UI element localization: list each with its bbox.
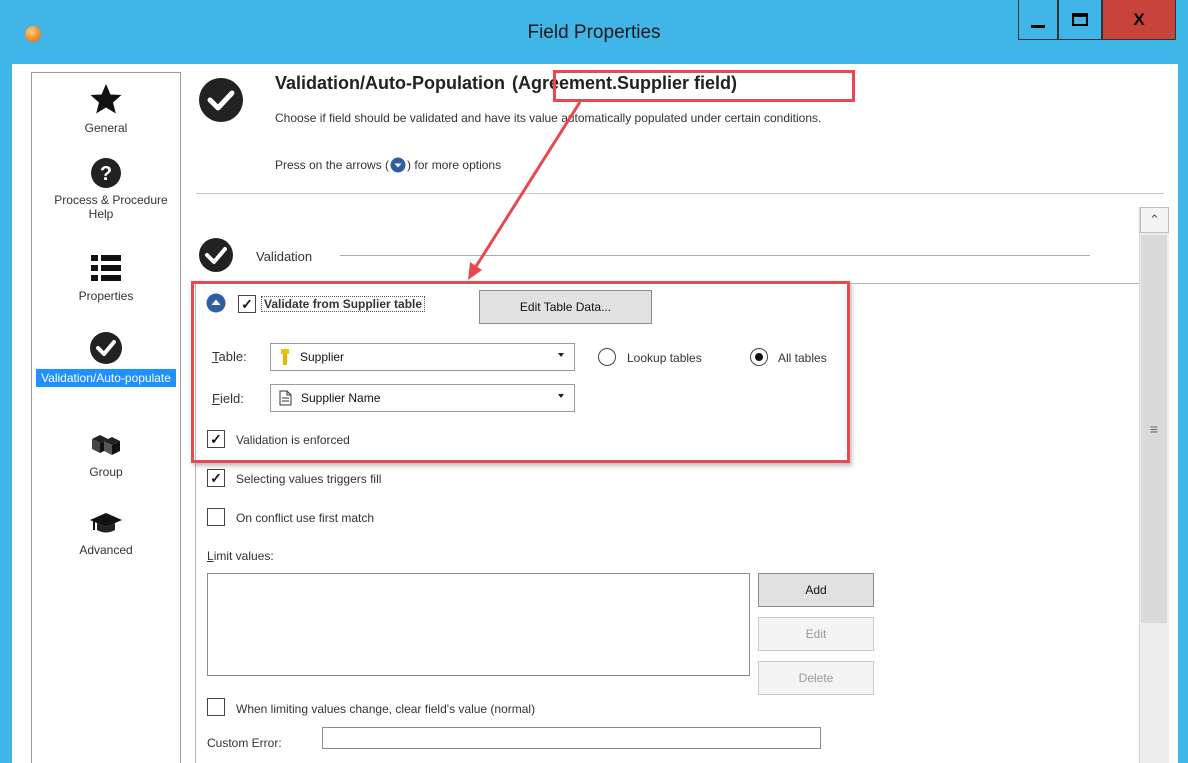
delete-button[interactable]: Delete xyxy=(758,661,874,695)
minimize-icon xyxy=(1031,25,1045,28)
custom-error-input[interactable] xyxy=(322,727,821,749)
minimize-button[interactable] xyxy=(1018,0,1058,40)
close-icon: X xyxy=(1133,9,1145,29)
expand-arrow-icon xyxy=(390,157,406,173)
close-button[interactable]: X xyxy=(1102,0,1176,40)
hint-text-after: ) for more options xyxy=(407,158,502,172)
sidebar-item-process-help[interactable]: ? Process & Procedure Help xyxy=(32,157,180,221)
sidebar-item-label: General xyxy=(84,121,128,135)
maximize-icon xyxy=(1072,13,1088,26)
limit-values-accel: L xyxy=(207,549,214,563)
section-divider xyxy=(340,255,1090,256)
page-description: Choose if field should be validated and … xyxy=(275,111,822,125)
svg-text:?: ? xyxy=(100,163,112,185)
header-divider xyxy=(196,193,1164,194)
sidebar-item-label: Advanced xyxy=(79,543,133,557)
add-button[interactable]: Add xyxy=(758,573,874,607)
sidebar-item-validation[interactable]: Validation/Auto-populate xyxy=(32,331,180,387)
window-frame-right xyxy=(1178,64,1188,763)
title-bar: Field Properties xyxy=(0,0,1188,64)
sidebar-item-label: Validation/Auto-populate xyxy=(36,369,176,387)
section-label: Validation xyxy=(256,249,313,264)
clear-on-change-checkbox[interactable] xyxy=(207,698,225,716)
section-check-icon xyxy=(199,238,233,272)
limit-values-label: Limit values: xyxy=(207,549,274,563)
sidebar-item-general[interactable]: General xyxy=(32,81,180,135)
checkmark-icon: ✓ xyxy=(210,470,222,486)
clear-on-change-label: When limiting values change, clear field… xyxy=(236,702,536,716)
sidebar-item-label: Group xyxy=(89,465,123,479)
limit-values-list[interactable] xyxy=(207,573,750,676)
maximize-button[interactable] xyxy=(1058,0,1102,40)
group-cubes-icon xyxy=(92,435,120,455)
window-frame-left xyxy=(0,64,12,763)
edit-button[interactable]: Edit xyxy=(758,617,874,651)
star-icon xyxy=(90,84,122,114)
conflict-first-match-checkbox[interactable] xyxy=(207,508,225,526)
list-icon xyxy=(91,255,121,281)
window-title: Field Properties xyxy=(527,22,661,43)
graduation-cap-icon xyxy=(90,513,122,533)
check-circle-icon xyxy=(90,332,122,364)
annotation-title-highlight xyxy=(553,70,855,102)
validation-check-icon xyxy=(199,78,243,122)
triggers-fill-checkbox[interactable]: ✓ xyxy=(207,469,225,487)
triggers-fill-label: Selecting values triggers fill xyxy=(236,472,382,486)
page-hint: Press on the arrows ( ) for more options xyxy=(275,157,501,173)
question-icon: ? xyxy=(91,158,121,188)
sidebar: General ? Process & Procedure Help Prope… xyxy=(31,72,181,763)
sidebar-item-group[interactable]: Group xyxy=(32,431,180,479)
scroll-thumb[interactable]: ≡ xyxy=(1141,235,1167,623)
vertical-scrollbar[interactable]: ⌃ ≡ xyxy=(1139,207,1169,763)
hint-text-before: Press on the arrows ( xyxy=(275,158,390,172)
grip-icon: ≡ xyxy=(1149,421,1159,437)
scroll-up-button[interactable]: ⌃ xyxy=(1140,207,1169,233)
sidebar-item-properties[interactable]: Properties xyxy=(32,251,180,303)
annotation-group-highlight xyxy=(191,281,850,463)
page-title-main: Validation/Auto-Population xyxy=(275,73,505,93)
sidebar-item-advanced[interactable]: Advanced xyxy=(32,509,180,557)
conflict-first-match-label: On conflict use first match xyxy=(236,511,375,525)
chevron-up-icon: ⌃ xyxy=(1149,212,1160,227)
sidebar-item-label: Process & Procedure Help xyxy=(54,193,168,221)
sidebar-item-label: Properties xyxy=(78,289,134,303)
custom-error-label: Custom Error: xyxy=(207,736,282,750)
limit-values-rest: imit values: xyxy=(213,549,274,563)
